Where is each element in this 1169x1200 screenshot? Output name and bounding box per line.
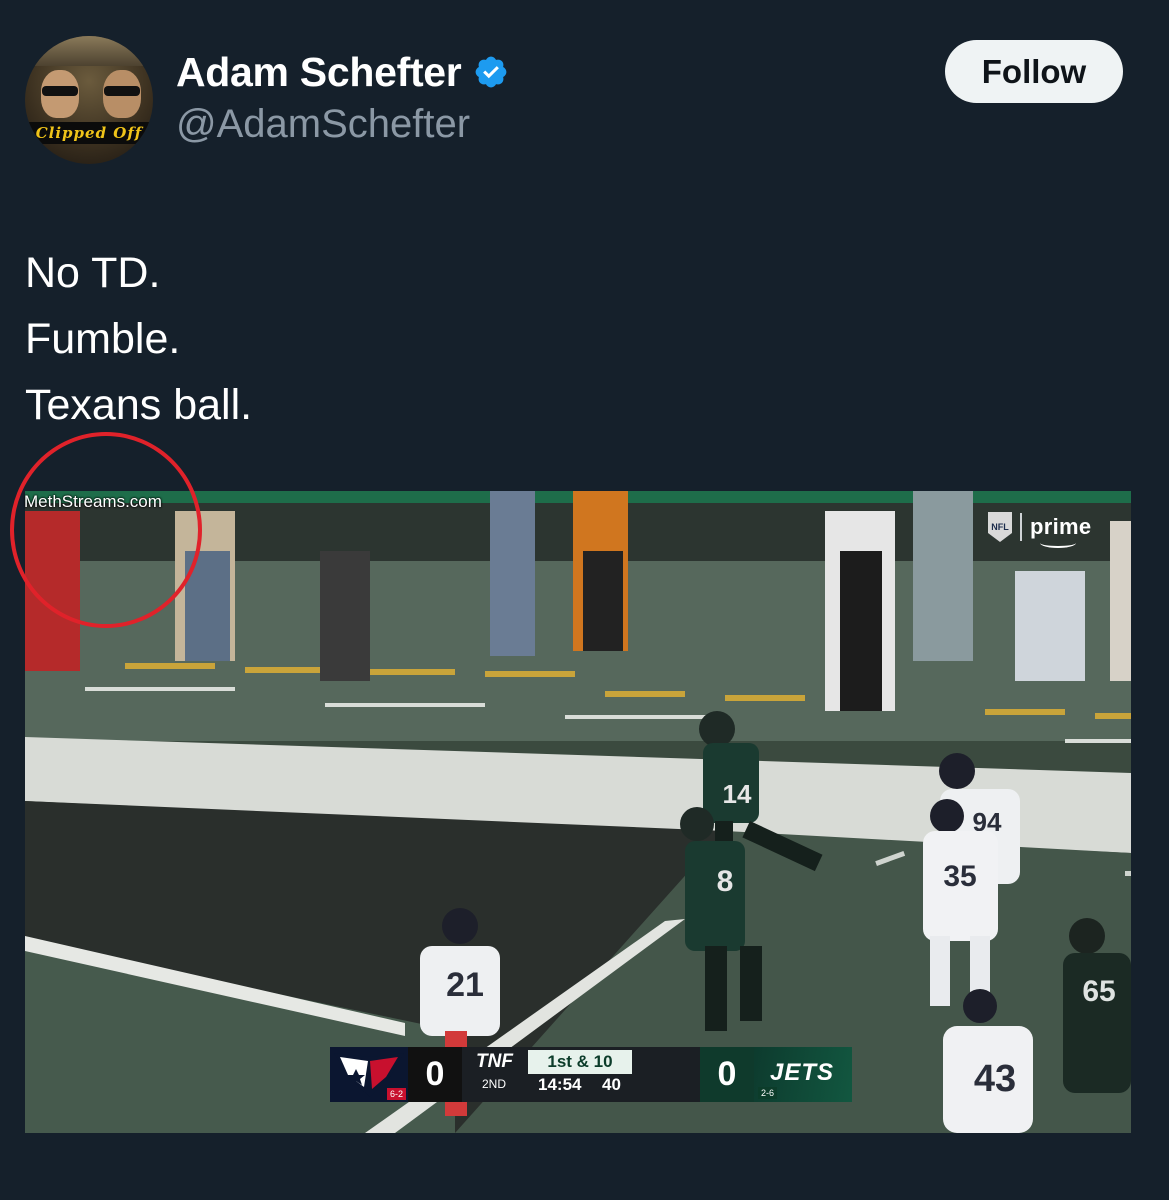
annotation-circle <box>10 432 202 628</box>
tweet-line: Fumble. <box>25 315 181 363</box>
away-team-name: JETS <box>770 1059 835 1086</box>
game-clock: 14:54 <box>538 1075 582 1094</box>
game-status: TNF 2ND 1st & 10 14:54 40 <box>462 1047 700 1102</box>
avatar-background <box>25 36 153 66</box>
tweet-text: No TD. Fumble. Texans ball. <box>25 240 252 438</box>
prime-smile-icon <box>1040 538 1076 548</box>
avatar-sunglasses-right <box>104 86 140 96</box>
author-display-name[interactable]: Adam Schefter <box>176 49 462 96</box>
play-clock: 40 <box>602 1075 621 1094</box>
prime-logo: prime <box>1030 514 1092 548</box>
home-team-record: 6-2 <box>386 1088 406 1100</box>
tweet-line: No TD. <box>25 249 161 297</box>
tweet-card: Clipped Off Adam Schefter @AdamSchefter … <box>0 0 1169 1200</box>
broadcast-frame: 14 8 94 35 21 43 65 <box>25 491 1131 1133</box>
author-name-row: Adam Schefter <box>176 48 509 96</box>
nfl-shield-icon: NFL <box>988 512 1012 542</box>
jersey-number: 35 <box>943 860 976 893</box>
tweet-line: Texans ball. <box>25 381 253 429</box>
scoreboard: 6-2 0 TNF 2ND 1st & 10 14:54 40 0 JETS 2… <box>330 1047 852 1102</box>
away-team-logo: JETS 2-6 <box>754 1047 852 1102</box>
avatar-sunglasses-left <box>42 86 78 96</box>
jersey-number: 21 <box>446 966 484 1004</box>
follow-button[interactable]: Follow <box>945 40 1123 103</box>
jersey-number: 14 <box>723 779 752 809</box>
broadcaster-badge: NFL prime <box>988 512 1092 548</box>
verified-badge-icon <box>473 54 509 90</box>
home-team-logo: 6-2 <box>330 1047 408 1102</box>
prime-logo-text: prime <box>1030 514 1092 539</box>
away-team-record: 2-6 <box>758 1087 778 1099</box>
author-handle[interactable]: @AdamSchefter <box>176 102 470 147</box>
tweet-media-image[interactable]: 14 8 94 35 21 43 65 <box>25 491 1131 1133</box>
badge-divider <box>1020 513 1022 541</box>
show-label: TNF <box>476 1051 513 1072</box>
quarter: 2ND <box>482 1077 507 1091</box>
jersey-number: 8 <box>717 865 734 898</box>
jersey-number: 43 <box>974 1058 1016 1100</box>
author-avatar[interactable]: Clipped Off <box>25 36 153 164</box>
home-score: 0 <box>408 1047 462 1102</box>
avatar-logo-text: Clipped Off <box>25 122 153 144</box>
away-score: 0 <box>700 1047 754 1102</box>
down-distance: 1st & 10 <box>528 1050 632 1074</box>
jersey-number: 65 <box>1082 975 1115 1008</box>
